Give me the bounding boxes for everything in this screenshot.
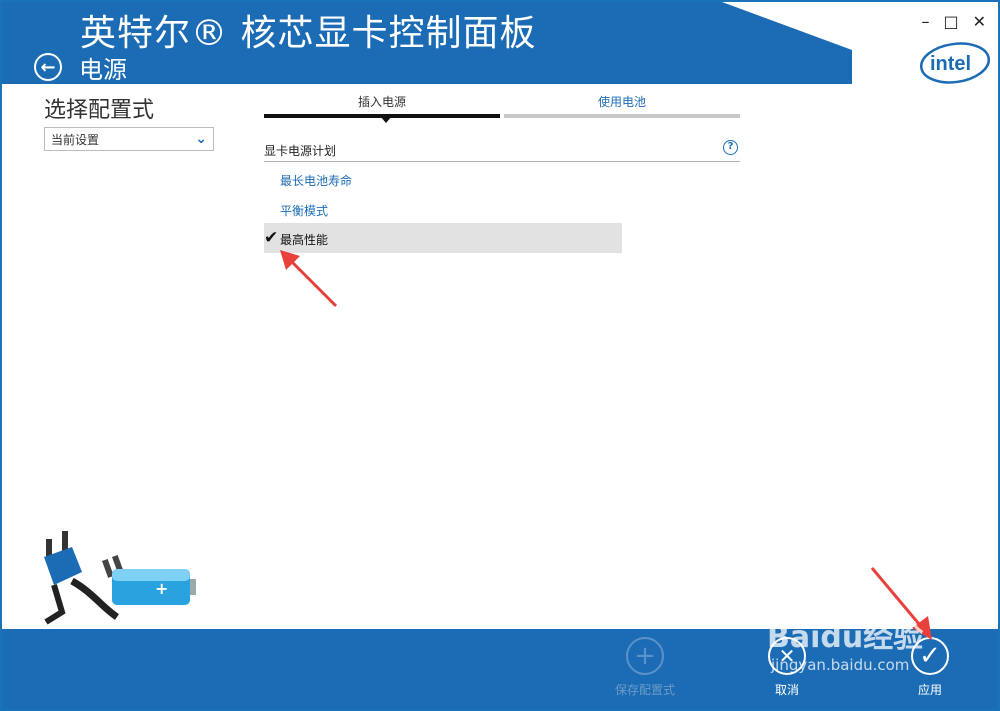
chevron-down-icon: ⌄ (195, 131, 207, 147)
plan-option-balanced[interactable]: 平衡模式 (264, 194, 622, 224)
help-icon[interactable]: ? (723, 140, 738, 155)
arrow-left-icon: ← (40, 56, 56, 78)
tab-on-battery[interactable]: 使用电池 (504, 90, 740, 118)
plug-battery-illustration: + (44, 531, 196, 625)
app-title: 英特尔® 核芯显卡控制面板 (80, 13, 537, 54)
plan-option-label: 最高性能 (280, 233, 329, 247)
watermark: Baidu经验 jingyan.baidu.com (767, 612, 923, 674)
watermark-brand: Baidu经验 (767, 620, 924, 655)
svg-text:+: + (155, 579, 168, 598)
watermark-url: jingyan.baidu.com (771, 656, 910, 674)
plan-option-max-battery[interactable]: 最长电池寿命 (264, 164, 622, 194)
plus-icon: + (626, 637, 664, 675)
window-controls: – □ ✕ (921, 12, 986, 31)
power-source-tabs: 插入电源 使用电池 (264, 90, 740, 120)
checkmark-icon: ✔ (264, 228, 279, 248)
profile-select[interactable]: 当前设置 ⌄ (44, 127, 214, 151)
tab-plugged-in[interactable]: 插入电源 (264, 90, 500, 118)
annotation-arrow (280, 250, 338, 308)
section-title: 电源 (79, 56, 127, 84)
cancel-label: 取消 (774, 683, 799, 697)
save-profile-label: 保存配置式 (614, 683, 675, 697)
save-profile-button[interactable]: + 保存配置式 (605, 637, 685, 698)
minimize-button[interactable]: – (921, 12, 929, 31)
plan-heading: 显卡电源计划 ? (264, 140, 740, 162)
apply-label: 应用 (917, 683, 942, 697)
intel-logo: intel (919, 42, 991, 84)
intel-logo-text: intel (930, 53, 971, 75)
profile-select-value: 当前设置 (51, 132, 100, 147)
plan-heading-text: 显卡电源计划 (264, 144, 337, 158)
active-tab-pointer (380, 116, 392, 123)
maximize-button[interactable]: □ (943, 12, 958, 31)
profile-label: 选择配置式 (44, 98, 155, 123)
back-button[interactable]: ← (34, 53, 62, 81)
close-button[interactable]: ✕ (973, 12, 986, 31)
